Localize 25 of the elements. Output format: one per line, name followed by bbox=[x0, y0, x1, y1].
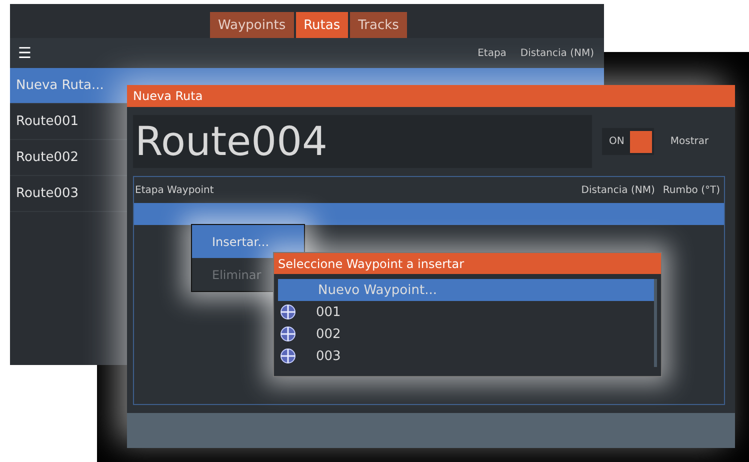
waypoint-item[interactable]: 002 bbox=[278, 323, 654, 345]
table-row[interactable] bbox=[134, 203, 724, 225]
tab[interactable]: Rutas bbox=[296, 12, 348, 38]
tab[interactable]: Waypoints bbox=[210, 12, 294, 38]
waypoint-item[interactable]: 003 bbox=[278, 345, 654, 367]
column-header: Distancia (NM) bbox=[581, 184, 655, 196]
show-toggle[interactable]: ON bbox=[602, 128, 654, 155]
picker-title: Seleccione Waypoint a insertar bbox=[274, 253, 661, 274]
column-header: Distancia (NM) bbox=[520, 48, 594, 58]
waypoint-icon bbox=[280, 304, 296, 320]
tab[interactable]: Tracks bbox=[350, 12, 407, 38]
waypoint-icon bbox=[280, 326, 296, 342]
show-label: Mostrar bbox=[670, 136, 709, 147]
waypoint-item[interactable]: 001 bbox=[278, 301, 654, 323]
menu-icon[interactable]: ☰ bbox=[18, 44, 32, 62]
waypoint-label: 002 bbox=[316, 326, 341, 342]
route-name-field[interactable]: Route004 bbox=[133, 115, 592, 168]
waypoint-label: 001 bbox=[316, 304, 341, 320]
column-header: Etapa bbox=[478, 48, 506, 58]
column-header: Rumbo (°T) bbox=[662, 184, 720, 196]
waypoint-icon bbox=[280, 348, 296, 364]
menu-item[interactable]: Insertar... bbox=[192, 225, 304, 258]
column-header: Etapa Waypoint bbox=[135, 184, 214, 196]
waypoint-label: 003 bbox=[316, 348, 341, 364]
dialog-title: Nueva Ruta bbox=[127, 85, 735, 107]
